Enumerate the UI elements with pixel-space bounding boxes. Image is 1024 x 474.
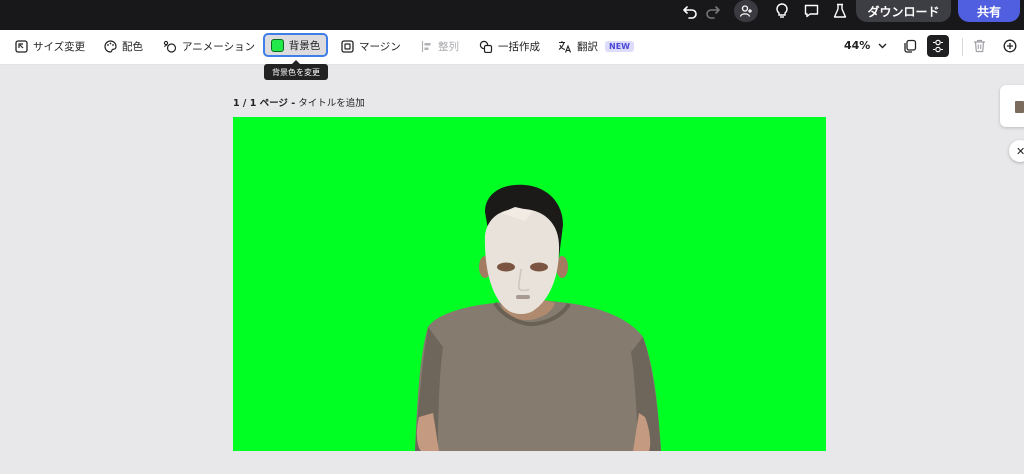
redo-icon[interactable] <box>702 0 724 22</box>
palette-icon <box>104 39 117 53</box>
animation-icon <box>163 40 177 53</box>
resize-icon <box>15 39 28 53</box>
translate-icon <box>558 40 572 53</box>
duplicate-page-button[interactable] <box>899 35 921 57</box>
add-page-button[interactable] <box>999 35 1021 57</box>
align-button[interactable]: 整列 <box>421 33 459 59</box>
translate-label: 翻訳 <box>577 40 598 53</box>
trash-icon <box>973 39 985 53</box>
delete-page-button[interactable] <box>968 35 990 57</box>
layers-button[interactable] <box>927 35 949 57</box>
page-title-input[interactable]: タイトルを追加 <box>298 98 365 109</box>
color-scheme-button[interactable]: 配色 <box>104 33 143 59</box>
page-header: 1 / 1 ページ - タイトルを追加 <box>233 95 365 109</box>
design-canvas[interactable] <box>233 117 826 451</box>
bulk-create-icon <box>479 40 493 53</box>
zoom-value: 44% <box>844 39 871 52</box>
color-scheme-label: 配色 <box>122 40 143 53</box>
animation-button[interactable]: アニメーション <box>163 33 255 59</box>
background-color-label: 背景色 <box>288 39 321 52</box>
undo-icon[interactable] <box>679 0 701 22</box>
bulk-create-button[interactable]: 一括作成 <box>479 33 540 59</box>
translate-button[interactable]: 翻訳 NEW <box>558 33 634 59</box>
margin-button[interactable]: マージン <box>341 33 401 59</box>
duplicate-icon <box>904 39 917 53</box>
layers-icon <box>933 39 943 53</box>
zoom-control[interactable]: 44% <box>844 39 887 52</box>
share-button[interactable]: 共有 <box>958 0 1020 22</box>
animation-label: アニメーション <box>182 40 256 53</box>
align-icon <box>421 40 431 52</box>
add-user-icon[interactable] <box>734 0 758 22</box>
comment-icon[interactable] <box>800 0 822 22</box>
toolbar-divider <box>962 38 963 56</box>
flask-icon[interactable] <box>829 0 851 22</box>
background-color-swatch <box>270 38 284 52</box>
align-label: 整列 <box>438 40 459 53</box>
top-bar: ダウンロード 共有 <box>0 0 1024 30</box>
background-color-tooltip: 背景色を変更 <box>264 60 328 80</box>
page-counter: 1 / 1 ページ - <box>233 98 296 109</box>
chevron-down-icon <box>878 43 887 48</box>
margin-label: マージン <box>359 40 401 53</box>
page-thumbnail[interactable] <box>1015 101 1024 113</box>
add-page-icon <box>1003 39 1017 53</box>
resize-label: サイズ変更 <box>33 40 86 53</box>
background-color-button[interactable]: 背景色 <box>263 33 328 57</box>
download-button[interactable]: ダウンロード <box>856 0 951 22</box>
masked-person-image <box>415 184 661 451</box>
margin-icon <box>341 39 354 53</box>
close-icon[interactable]: ✕ <box>1009 140 1024 162</box>
bulk-create-label: 一括作成 <box>498 40 540 53</box>
lightbulb-icon[interactable] <box>771 0 793 22</box>
resize-button[interactable]: サイズ変更 <box>15 33 85 59</box>
new-badge: NEW <box>605 40 634 52</box>
editor-toolbar: サイズ変更 配色 アニメーション 背景色 マージン 整列 一括作成 翻訳 NEW… <box>0 30 1024 65</box>
